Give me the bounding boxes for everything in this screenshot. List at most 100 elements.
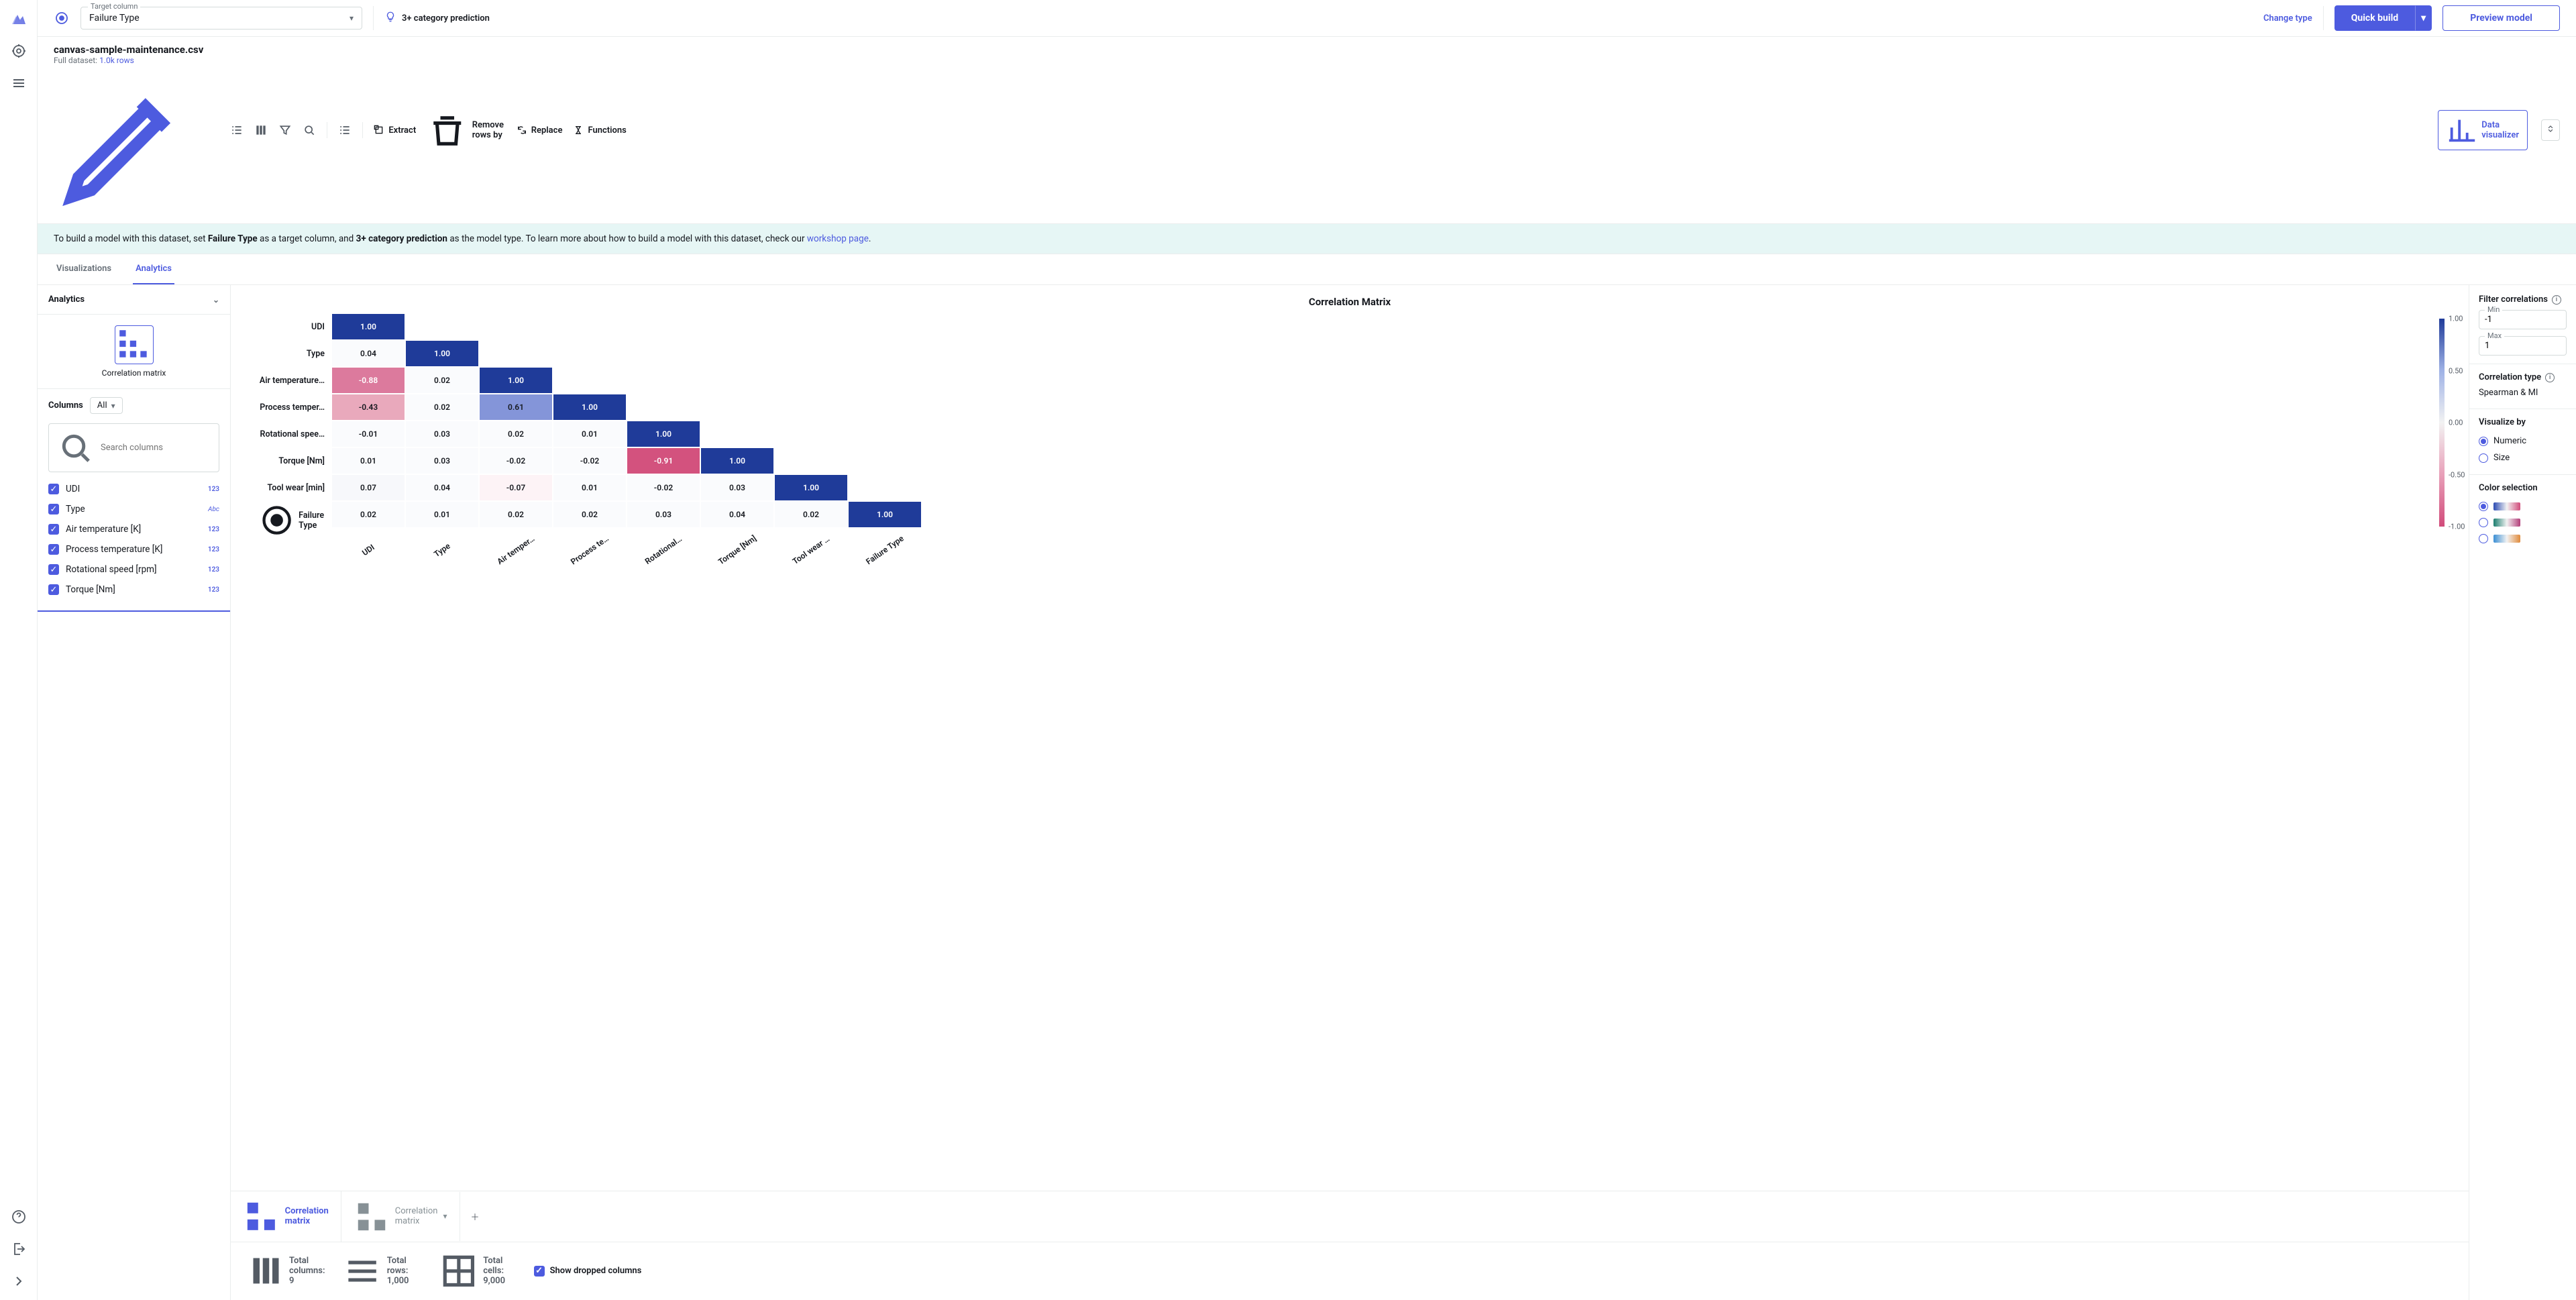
columns-search-input[interactable] [101,443,212,453]
columns-title: Columns [48,400,83,411]
checkbox-icon: ✓ [48,484,59,494]
quick-build-button[interactable]: Quick build [2334,5,2415,31]
divider [2323,6,2324,30]
heatmap-cell [627,394,700,421]
viz-tab-active[interactable]: Correlation matrix [231,1191,341,1242]
search-icon[interactable] [303,123,316,137]
color-opt-2[interactable] [2479,514,2567,531]
change-type-link[interactable]: Change type [2263,13,2312,23]
help-icon[interactable] [11,1209,27,1225]
column-name: Type [66,504,201,514]
edit-icon[interactable] [54,207,203,217]
heatmap-cell: 0.01 [405,501,479,528]
checkbox-icon: ✓ [48,524,59,535]
row-label: Type [258,340,331,367]
columns-search[interactable] [48,423,219,472]
columns-filter-select[interactable]: All ▾ [90,397,123,414]
checkbox-icon: ✓ [48,584,59,595]
column-row[interactable]: ✓ Process temperature [K] 123 [48,539,219,559]
filter-corr-title: Filter correlations i [2479,294,2567,305]
radio-icon [2479,502,2488,511]
tab-visualizations[interactable]: Visualizations [54,254,114,284]
info-icon[interactable]: i [2545,373,2555,382]
data-visualizer-button[interactable]: Data visualizer [2438,110,2528,150]
heatmap-cell [774,447,848,474]
functions-button[interactable]: Functions [573,125,626,136]
heatmap-cell: 0.03 [405,421,479,447]
radio-icon [2479,453,2488,463]
extract-button[interactable]: Extract [374,125,416,136]
expand-icon[interactable] [2541,119,2560,141]
color-opt-3[interactable] [2479,531,2567,547]
column-row[interactable]: ✓ Rotational speed [rpm] 123 [48,559,219,580]
preview-model-button[interactable]: Preview model [2443,5,2560,31]
heatmap-cell: -0.88 [331,367,405,394]
show-dropped-toggle[interactable]: ✓ Show dropped columns [534,1266,642,1277]
steps-icon[interactable] [338,123,352,137]
color-opt-1[interactable] [2479,498,2567,514]
filter-icon[interactable] [278,123,292,137]
heatmap-cell: 0.61 [479,394,553,421]
radio-icon [2479,534,2488,543]
column-type-badge: Abc [208,506,219,513]
chevron-right-icon[interactable] [11,1273,27,1289]
heatmap-cell: 1.00 [553,394,627,421]
dataset-rows-link[interactable]: 1.0k rows [99,56,134,65]
column-row[interactable]: ✓ Air temperature [K] 123 [48,519,219,539]
tab-analytics[interactable]: Analytics [133,254,174,284]
correlation-matrix-thumb[interactable] [115,325,154,364]
menu-icon[interactable] [11,75,27,91]
heatmap-cell: 0.02 [479,501,553,528]
total-columns: Total columns: 9 [247,1252,325,1290]
info-icon[interactable]: i [2552,295,2561,305]
column-name: Rotational speed [rpm] [66,564,201,575]
heatmap-cell: 0.01 [553,421,627,447]
list-view-icon[interactable] [230,123,244,137]
min-input[interactable]: Min [2479,310,2567,329]
column-row[interactable]: ✓ Torque [Nm] 123 [48,580,219,600]
chart-title: Correlation Matrix [258,296,2442,308]
radio-icon [2479,437,2488,446]
grid-view-icon[interactable] [254,123,268,137]
viz-by-numeric[interactable]: Numeric [2479,433,2567,449]
heatmap-cell [848,421,922,447]
exit-icon[interactable] [11,1241,27,1257]
quick-build-dropdown[interactable]: ▾ [2415,5,2432,31]
dataset-name: canvas-sample-maintenance.csv [54,44,203,56]
heatmap-cell [700,340,774,367]
viz-by-size[interactable]: Size [2479,449,2567,466]
app-logo-icon[interactable] [11,11,27,27]
replace-button[interactable]: Replace [517,125,563,136]
target-column-select[interactable]: Target column Failure Type ▾ [80,7,362,30]
info-banner: To build a model with this dataset, set … [38,224,2576,254]
heatmap-cell: 1.00 [700,447,774,474]
heatmap-cell [700,313,774,340]
heatmap-cell: 0.02 [405,394,479,421]
heatmap-cell [405,313,479,340]
remove-rows-button[interactable]: Remove rows by [427,109,506,151]
heatmap-cell: 0.04 [331,340,405,367]
color-sel-title: Color selection [2479,483,2567,493]
column-type-badge: 123 [208,486,219,493]
row-label: UDI [258,313,331,340]
column-row[interactable]: ✓ Type Abc [48,499,219,519]
heatmap-cell [848,367,922,394]
total-cells: Total cells: 9,000 [438,1250,518,1292]
workshop-link[interactable]: workshop page [807,233,869,244]
heatmap-cell: 0.03 [627,501,700,528]
column-type-badge: 123 [208,546,219,553]
heatmap-cell [627,367,700,394]
analytics-section-header[interactable]: Analytics ⌄ [38,285,230,315]
add-viz-tab[interactable]: ＋ [460,1203,490,1230]
viz-tab-muted[interactable]: Correlation matrix ▾ [341,1192,460,1242]
max-input[interactable]: Max [2479,336,2567,356]
main-tabs: Visualizations Analytics [38,254,2576,285]
target-nav-icon[interactable] [11,43,27,59]
chevron-down-icon: ▾ [350,13,354,23]
heatmap-cell: -0.43 [331,394,405,421]
heatmap-cell [848,313,922,340]
column-row[interactable]: ✓ UDI 123 [48,479,219,499]
corr-type-value: Spearman & MI [2479,388,2567,400]
column-type-badge: 123 [208,586,219,594]
heatmap-cell [479,313,553,340]
